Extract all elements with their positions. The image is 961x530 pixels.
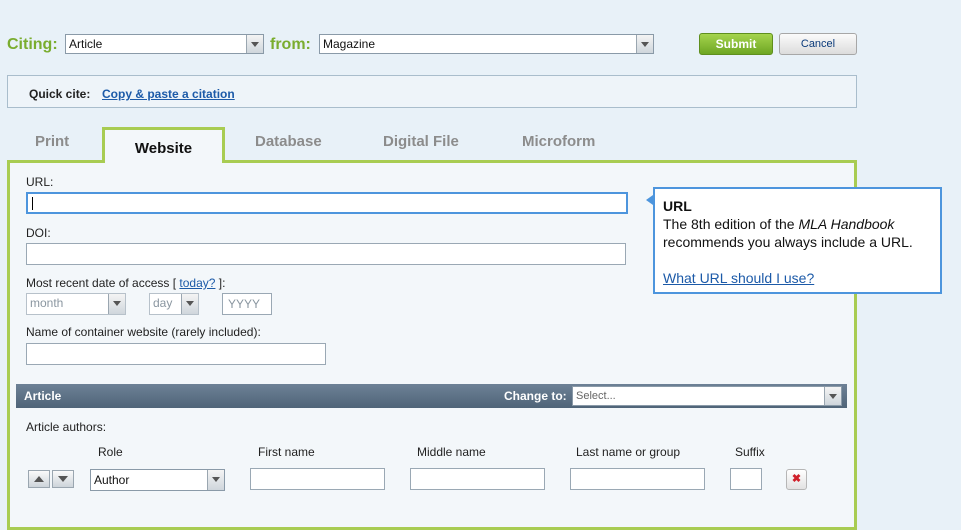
tab-website[interactable]: Website [102,127,225,163]
author-role-value: Author [94,473,130,487]
tooltip-title: URL [663,198,692,214]
text-cursor [32,197,33,210]
citation-type-select[interactable]: Article [65,34,264,54]
from-label: from: [270,36,311,53]
arrow-down-icon [58,476,68,482]
copy-paste-citation-link[interactable]: Copy & paste a citation [102,87,235,101]
tooltip-body: The 8th edition of the MLA Handbook reco… [663,215,932,251]
source-type-select[interactable]: Magazine [319,34,654,54]
move-down-button[interactable] [52,470,74,488]
url-help-tooltip: URL The 8th edition of the MLA Handbook … [646,187,942,294]
day-select[interactable]: day [149,293,199,315]
chevron-down-icon [207,470,224,490]
url-label: URL: [26,175,54,189]
middle-name-input[interactable] [410,468,545,490]
year-placeholder: YYYY [228,297,261,311]
move-up-button[interactable] [28,470,50,488]
tab-print[interactable]: Print [35,133,69,150]
source-type-value: Magazine [323,37,376,51]
last-name-column-header: Last name or group [576,445,681,459]
tooltip-text: The 8th edition of the [663,216,799,232]
change-to-placeholder: Select... [576,390,616,402]
close-icon: ✖ [791,473,802,485]
article-authors-label: Article authors: [26,420,107,434]
tab-database[interactable]: Database [255,133,322,150]
tooltip-handbook-title: MLA Handbook [798,216,895,232]
chevron-down-icon [246,35,263,53]
remove-author-button[interactable]: ✖ [786,469,807,490]
container-website-label: Name of container website (rarely includ… [26,325,261,339]
arrow-up-icon [34,476,44,482]
first-name-column-header: First name [258,445,315,459]
chevron-down-icon [636,35,653,53]
citing-label: Citing: [7,36,58,53]
first-name-input[interactable] [250,468,385,490]
what-url-link[interactable]: What URL should I use? [663,270,814,286]
container-website-input[interactable] [26,343,326,365]
submit-button[interactable]: Submit [699,33,773,55]
chevron-down-icon [181,294,198,314]
tab-digital-file[interactable]: Digital File [383,133,459,150]
middle-name-column-header: Middle name [417,445,486,459]
access-date-label: Most recent date of access [ today? ]: [26,276,225,290]
change-to-label: Change to: [504,389,567,403]
tab-microform[interactable]: Microform [522,133,595,150]
tooltip-text-end: recommends you always include a URL. [663,234,913,250]
month-select[interactable]: month [26,293,126,315]
role-column-header: Role [98,445,123,459]
access-date-label-text: Most recent date of access [ [26,276,177,290]
month-placeholder: month [30,296,64,310]
quick-cite-label: Quick cite: [29,87,91,101]
access-date-label-suffix: ]: [218,276,226,290]
doi-input[interactable] [26,243,626,265]
cancel-button[interactable]: Cancel [779,33,857,55]
last-name-input[interactable] [570,468,705,490]
day-placeholder: day [153,296,173,310]
suffix-input[interactable] [730,468,762,490]
quick-cite-box: Quick cite: Copy & paste a citation [7,75,857,108]
article-section-title: Article [24,389,62,403]
year-input[interactable]: YYYY [222,293,272,315]
today-link[interactable]: today? [179,276,215,290]
url-input[interactable] [26,192,628,214]
suffix-column-header: Suffix [735,445,765,459]
change-to-select[interactable]: Select... [572,386,842,406]
author-role-select[interactable]: Author [90,469,225,491]
citation-type-value: Article [69,37,103,51]
chevron-down-icon [824,387,841,405]
chevron-down-icon [108,294,125,314]
doi-label: DOI: [26,226,51,240]
